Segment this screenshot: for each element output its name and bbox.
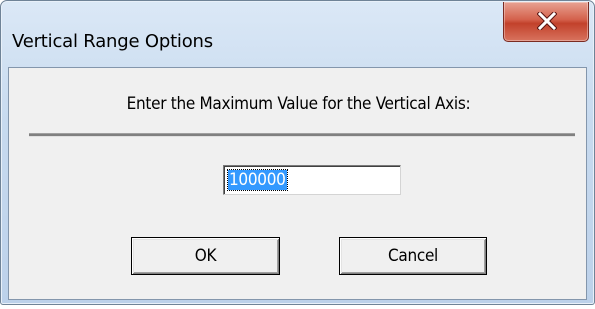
max-value-text[interactable]: 100000 <box>227 169 288 191</box>
dialog-window: Vertical Range Options Enter the Maximum… <box>0 0 595 305</box>
separator <box>29 133 575 137</box>
dialog-body: Enter the Maximum Value for the Vertical… <box>8 67 587 300</box>
ok-button[interactable]: OK <box>131 237 280 275</box>
close-icon <box>537 12 557 30</box>
prompt-label: Enter the Maximum Value for the Vertical… <box>126 94 471 114</box>
close-button[interactable] <box>503 2 589 42</box>
max-value-input[interactable]: 100000 <box>223 165 401 195</box>
cancel-button[interactable]: Cancel <box>339 237 487 275</box>
window-title: Vertical Range Options <box>12 31 213 52</box>
